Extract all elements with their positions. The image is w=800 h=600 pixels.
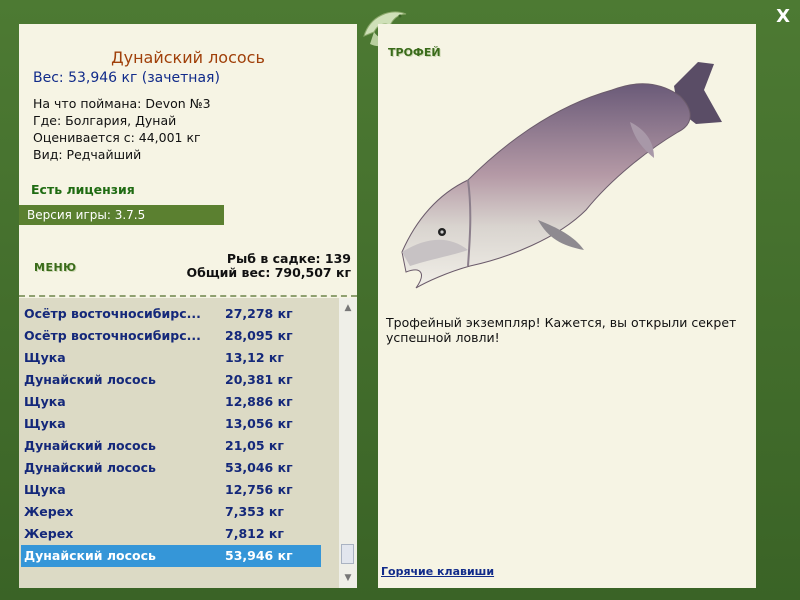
scroll-down-icon[interactable]: ▼: [342, 572, 354, 584]
catch-fish-weight: 27,278 кг: [225, 306, 293, 321]
rating-line: Оценивается с: 44,001 кг: [33, 130, 201, 145]
hotkeys-link[interactable]: Горячие клавиши: [381, 565, 494, 578]
catch-list-row[interactable]: Осётр восточносибирс... 28,095 кг: [21, 325, 321, 347]
trophy-description: Трофейный экземпляр! Кажется, вы открыли…: [386, 315, 737, 345]
catch-list-row[interactable]: Жерех 7,812 кг: [21, 523, 321, 545]
total-weight: Общий вес: 790,507 кг: [186, 265, 352, 280]
catch-list: Осётр восточносибирс... 27,278 кг Осётр во…: [19, 298, 339, 588]
catch-list-row[interactable]: Жерех 7,353 кг: [21, 501, 321, 523]
catch-fish-weight: 12,756 кг: [225, 482, 293, 497]
catch-fish-weight: 13,12 кг: [225, 350, 284, 365]
catch-fish-name: Щука: [24, 482, 66, 497]
catch-fish-name: Щука: [24, 350, 66, 365]
trophy-label: ТРОФЕЙ: [388, 46, 441, 59]
catch-fish-weight: 20,381 кг: [225, 372, 293, 387]
scroll-thumb[interactable]: [341, 544, 354, 564]
close-button[interactable]: X: [776, 6, 790, 27]
catch-list-row[interactable]: Щука 12,756 кг: [21, 479, 321, 501]
catch-fish-name: Осётр восточносибирс...: [24, 306, 201, 321]
bait-line: На что поймана: Devon №3: [33, 96, 211, 111]
fish-details: На что поймана: Devon №3 Где: Болгария, …: [33, 95, 211, 163]
version-bar: Версия игры: 3.7.5: [19, 205, 224, 225]
trophy-panel: ТРОФЕЙ Трофейный экземпляр! Кажется, вы …: [378, 24, 756, 588]
salmon-image: [401, 62, 722, 289]
catch-fish-name: Дунайский лосось: [24, 438, 156, 453]
catch-fish-weight: 13,056 кг: [225, 416, 293, 431]
catch-fish-name: Жерех: [24, 526, 74, 541]
catch-fish-name: Дунайский лосось: [24, 460, 156, 475]
catch-fish-name: Дунайский лосось: [24, 372, 156, 387]
fish-title: Дунайский лосось: [111, 48, 265, 67]
catch-fish-name: Щука: [24, 394, 66, 409]
scroll-up-icon[interactable]: ▲: [342, 302, 354, 314]
catch-list-row[interactable]: Щука 13,12 кг: [21, 347, 321, 369]
catch-fish-weight: 12,886 кг: [225, 394, 293, 409]
license-status: Есть лицензия: [31, 182, 135, 197]
catch-fish-weight: 53,946 кг: [225, 548, 293, 563]
fish-count: Рыб в садке: 139: [226, 251, 351, 266]
divider: [19, 295, 357, 297]
catch-fish-weight: 7,353 кг: [225, 504, 284, 519]
catch-fish-weight: 21,05 кг: [225, 438, 284, 453]
rarity-line: Вид: Редчайший: [33, 147, 142, 162]
catch-fish-name: Жерех: [24, 504, 74, 519]
fish-weight: Вес: 53,946 кг (зачетная): [33, 70, 220, 86]
catch-fish-name: Осётр восточносибирс...: [24, 328, 201, 343]
menu-button[interactable]: МЕНЮ: [34, 261, 77, 274]
catch-list-row[interactable]: Дунайский лосось 53,946 кг: [21, 545, 321, 567]
catch-fish-name: Щука: [24, 416, 66, 431]
catch-list-row[interactable]: Щука 12,886 кг: [21, 391, 321, 413]
catch-list-row[interactable]: Дунайский лосось 21,05 кг: [21, 435, 321, 457]
catch-fish-name: Дунайский лосось: [24, 548, 156, 563]
catch-fish-weight: 28,095 кг: [225, 328, 293, 343]
catch-list-row[interactable]: Дунайский лосось 53,046 кг: [21, 457, 321, 479]
catch-fish-weight: 7,812 кг: [225, 526, 284, 541]
catch-list-row[interactable]: Дунайский лосось 20,381 кг: [21, 369, 321, 391]
fish-info-panel: Дунайский лосось Вес: 53,946 кг (зачетна…: [19, 24, 357, 588]
catch-fish-weight: 53,046 кг: [225, 460, 293, 475]
catch-list-row[interactable]: Осётр восточносибирс... 27,278 кг: [21, 303, 321, 325]
location-line: Где: Болгария, Дунай: [33, 113, 177, 128]
list-scrollbar[interactable]: ▲ ▼: [339, 298, 357, 588]
catch-list-row[interactable]: Щука 13,056 кг: [21, 413, 321, 435]
keepnet-stats: Рыб в садке: 139 Общий вес: 790,507 кг: [187, 252, 352, 280]
